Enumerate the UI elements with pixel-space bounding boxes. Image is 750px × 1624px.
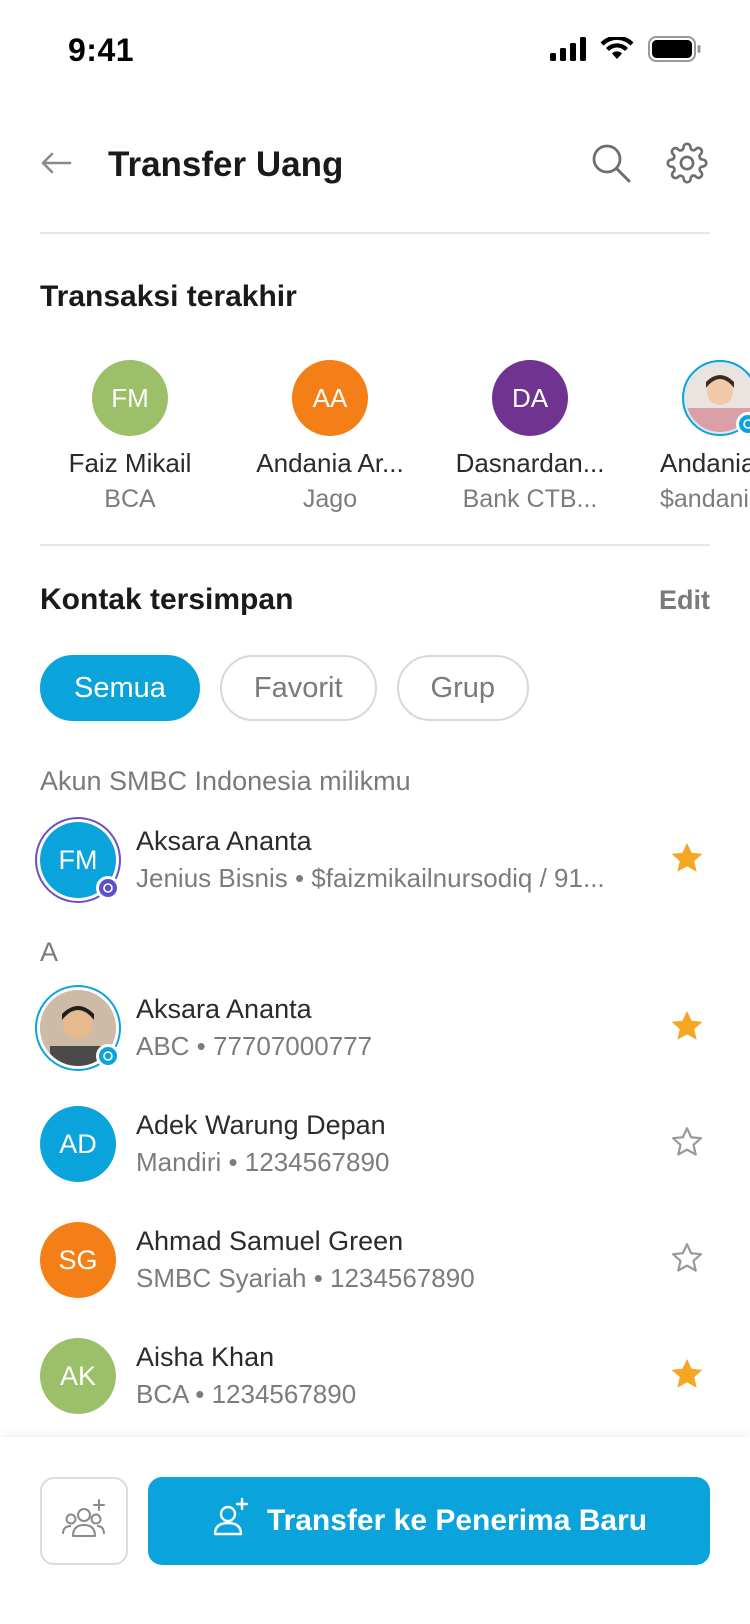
page-title: Transfer Uang [108, 145, 344, 184]
contact-name: Aksara Ananta [136, 826, 312, 856]
avatar-initials: FM [58, 844, 98, 875]
recent-divider [40, 544, 710, 546]
contact-detail: ABC • 77707000777 [136, 1031, 373, 1061]
contact-row[interactable]: AK Aisha Khan BCA • 1234567890 [40, 1336, 710, 1416]
recent-item[interactable]: DA Dasnardan... Bank CTB... [440, 360, 620, 514]
star-filled-icon [668, 1007, 706, 1050]
recent-item[interactable]: AA Andania Ar... Jago [240, 360, 420, 514]
avatar: AK [40, 1338, 116, 1414]
contact-row[interactable]: SG Ahmad Samuel Green SMBC Syariah • 123… [40, 1220, 710, 1300]
app-header: Transfer Uang [40, 120, 710, 210]
avatar-photo [40, 990, 120, 1068]
favorite-toggle[interactable] [664, 1121, 710, 1167]
contact-info: Aksara Ananta ABC • 77707000777 [136, 994, 664, 1062]
filter-chip-group[interactable]: Grup [396, 655, 530, 721]
star-filled-icon [668, 1355, 706, 1398]
transfer-new-recipient-button[interactable]: Transfer ke Penerima Baru [148, 1477, 710, 1565]
alphabet-section-label: A [40, 937, 59, 967]
contact-detail: BCA • 1234567890 [136, 1379, 357, 1409]
favorite-toggle[interactable] [664, 837, 710, 883]
back-button[interactable] [40, 140, 90, 190]
header-actions [588, 141, 710, 189]
recent-item[interactable]: FM Faiz Mikail BCA [40, 360, 220, 514]
add-group-button[interactable] [40, 1477, 128, 1565]
avatar-initials: DA [511, 382, 549, 413]
contact-row[interactable]: Aksara Ananta ABC • 77707000777 [40, 988, 710, 1068]
search-button[interactable] [588, 142, 634, 188]
recent-transactions-list: FM Faiz Mikail BCA AA Andania Ar... Jago… [40, 360, 750, 520]
avatar: DA [492, 360, 568, 436]
own-account-label: Akun SMBC Indonesia milikmu [40, 766, 411, 796]
contact-info: Aisha Khan BCA • 1234567890 [136, 1342, 664, 1410]
star-outline-icon [668, 1239, 706, 1282]
wifi-icon [600, 35, 634, 66]
contact-detail: SMBC Syariah • 1234567890 [136, 1263, 475, 1293]
contact-name: Aisha Khan [136, 1342, 275, 1372]
contact-name: Aksara Ananta [136, 994, 312, 1024]
filter-chip-favorite[interactable]: Favorit [219, 655, 377, 721]
bottom-action-bar: Transfer ke Penerima Baru [0, 1437, 750, 1624]
arrow-left-icon [40, 151, 72, 180]
person-add-icon [211, 1497, 251, 1545]
recent-item-name: Dasnardan... [455, 448, 605, 478]
jenius-badge-icon [96, 1044, 120, 1068]
avatar: FM [92, 360, 168, 436]
contact-info: Ahmad Samuel Green SMBC Syariah • 123456… [136, 1226, 664, 1294]
cellular-signal-icon [550, 37, 586, 66]
favorite-toggle[interactable] [664, 1005, 710, 1051]
recent-section-title: Transaksi terakhir [40, 280, 297, 313]
search-icon [590, 142, 632, 189]
status-icons [550, 35, 702, 67]
recent-item-bank: BCA [104, 485, 156, 513]
contact-detail: Mandiri • 1234567890 [136, 1147, 390, 1177]
settings-button[interactable] [664, 141, 710, 189]
own-account-row[interactable]: FM Aksara Ananta Jenius Bisnis • $faizmi… [40, 820, 710, 900]
gear-icon [666, 141, 708, 189]
contact-info: Aksara Ananta Jenius Bisnis • $faizmikai… [136, 826, 664, 894]
star-filled-icon [668, 839, 706, 882]
avatar: AA [292, 360, 368, 436]
recent-item[interactable]: Andania A $andania [640, 360, 750, 514]
recent-item-bank: Jago [302, 485, 358, 513]
group-add-icon [61, 1498, 107, 1545]
recent-item-name: Andania Ar... [256, 448, 404, 478]
recent-item-name: Faiz Mikail [68, 448, 192, 478]
header-divider [40, 232, 710, 234]
avatar: AD [40, 1106, 116, 1182]
avatar-initials: AK [59, 1360, 97, 1391]
transfer-new-recipient-label: Transfer ke Penerima Baru [266, 1504, 648, 1537]
contact-row[interactable]: AD Adek Warung Depan Mandiri • 123456789… [40, 1104, 710, 1184]
edit-contacts-link[interactable]: Edit [659, 585, 710, 616]
avatar-photo [682, 360, 750, 436]
battery-icon [648, 36, 702, 67]
favorite-toggle[interactable] [664, 1237, 710, 1283]
avatar-initials: AD [59, 1128, 97, 1159]
avatar: SG [40, 1222, 116, 1298]
favorite-toggle[interactable] [664, 1353, 710, 1399]
jenius-badge-icon [96, 876, 120, 900]
contact-detail: Jenius Bisnis • $faizmikailnursodiq / 91… [136, 863, 605, 893]
avatar-initials: SG [58, 1244, 98, 1275]
contact-name: Adek Warung Depan [136, 1110, 386, 1140]
recent-item-name: Andania A [660, 448, 750, 478]
filter-chip-all[interactable]: Semua [40, 655, 200, 721]
avatar-initials: AA [312, 382, 348, 413]
contact-name: Ahmad Samuel Green [136, 1226, 404, 1256]
avatar-initials: FM [111, 382, 149, 413]
contact-filter-chips: Semua Favorit Grup [40, 655, 530, 721]
status-bar: 9:41 [0, 0, 750, 100]
contact-info: Adek Warung Depan Mandiri • 1234567890 [136, 1110, 664, 1178]
status-time: 9:41 [68, 32, 135, 68]
saved-section-title: Kontak tersimpan [40, 583, 294, 616]
star-outline-icon [668, 1123, 706, 1166]
avatar: FM [40, 822, 120, 900]
recent-item-bank: $andania [660, 485, 750, 513]
recent-item-bank: Bank CTB... [462, 485, 598, 513]
